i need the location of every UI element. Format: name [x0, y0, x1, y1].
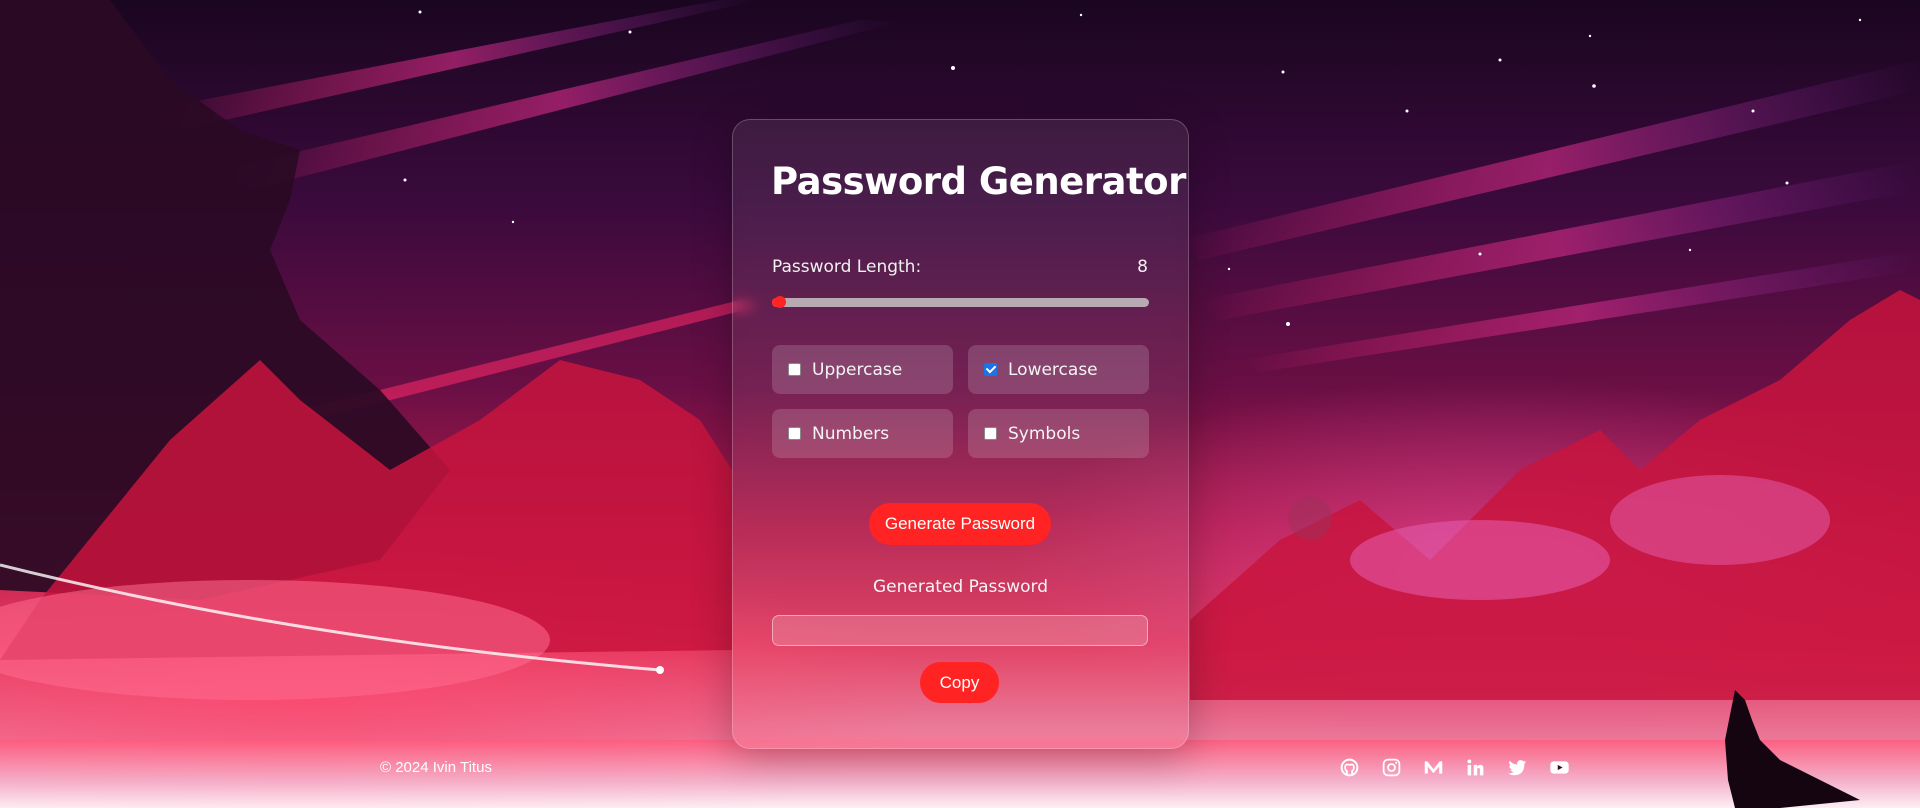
generate-password-button[interactable]: Generate Password [869, 503, 1051, 545]
option-label: Symbols [1008, 423, 1081, 444]
copy-button[interactable]: Copy [920, 662, 999, 703]
footer-copyright: © 2024 Ivin Titus [380, 759, 492, 776]
password-length-label: Password Length: [772, 257, 922, 277]
option-lowercase[interactable]: Lowercase [968, 345, 1149, 394]
symbols-checkbox[interactable] [984, 427, 997, 440]
linkedin-icon[interactable] [1463, 755, 1488, 780]
password-length-slider[interactable] [772, 296, 1149, 308]
uppercase-checkbox[interactable] [788, 363, 801, 376]
option-numbers[interactable]: Numbers [772, 409, 953, 458]
twitter-icon[interactable] [1505, 755, 1530, 780]
generated-password-field[interactable] [772, 615, 1148, 646]
numbers-checkbox[interactable] [788, 427, 801, 440]
medium-icon[interactable] [1421, 755, 1446, 780]
option-uppercase[interactable]: Uppercase [772, 345, 953, 394]
password-length-value: 8 [1137, 257, 1148, 277]
instagram-icon[interactable] [1379, 755, 1404, 780]
option-label: Lowercase [1008, 359, 1098, 380]
option-symbols[interactable]: Symbols [968, 409, 1149, 458]
lowercase-checkbox[interactable] [984, 363, 997, 376]
social-links [1337, 755, 1572, 780]
youtube-icon[interactable] [1547, 755, 1572, 780]
page-title: Password Generator [771, 160, 1186, 203]
slider-thumb[interactable] [773, 296, 786, 308]
github-icon[interactable] [1337, 755, 1362, 780]
option-label: Numbers [812, 423, 890, 444]
generated-password-label: Generated Password [873, 577, 1048, 597]
option-label: Uppercase [812, 359, 903, 380]
